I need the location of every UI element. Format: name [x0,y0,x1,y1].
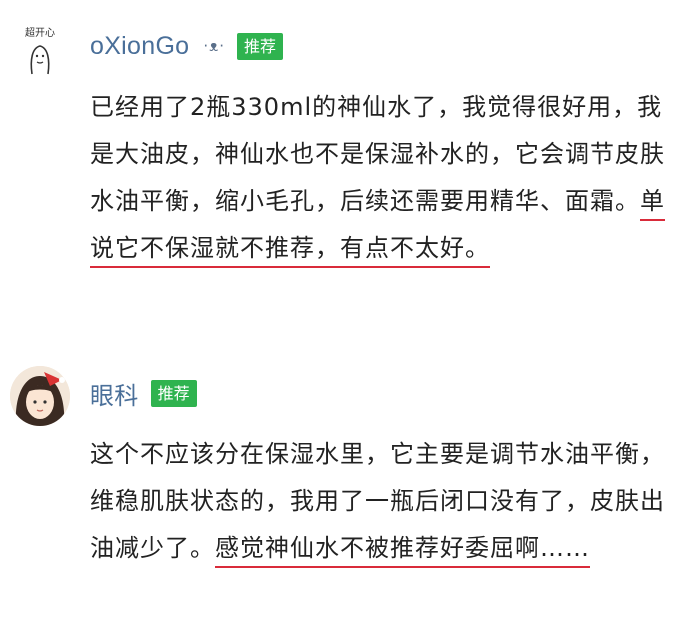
username[interactable]: oXionGo [90,32,189,61]
comment-header: 眼科 推荐 [90,376,197,410]
comment-text: 已经用了2瓶330ml的神仙水了，我觉得很好用，我是大油皮，神仙水也不是保湿补水… [90,84,682,272]
comment-text: 这个不应该分在保湿水里，它主要是调节水油平衡，维稳肌肤状态的，我用了一瓶后闭口没… [90,431,682,572]
comment-item: 超开心 oXionGo ·ᴥ· 推荐 已经用了2瓶330ml的神仙水了，我觉得很… [0,0,692,330]
username-decoration: ·ᴥ· [203,37,226,55]
doodle-avatar-icon: 超开心 [10,18,70,78]
comment-text-highlight: 感觉神仙水不被推荐好委屈啊…… [215,534,590,568]
avatar[interactable]: 超开心 [10,18,70,78]
girl-avatar-icon [10,366,70,426]
avatar-caption: 超开心 [25,26,55,39]
recommend-badge: 推荐 [237,32,284,60]
comment-item: 眼科 推荐 这个不应该分在保湿水里，它主要是调节水油平衡，维稳肌肤状态的，我用了… [0,350,692,635]
comment-text-plain: 已经用了2瓶330ml的神仙水了，我觉得很好用，我是大油皮，神仙水也不是保湿补水… [90,93,665,215]
recommend-badge: 推荐 [150,379,197,407]
avatar[interactable] [10,366,70,426]
username[interactable]: 眼科 [90,376,139,411]
comment-header: oXionGo ·ᴥ· 推荐 [90,29,284,63]
